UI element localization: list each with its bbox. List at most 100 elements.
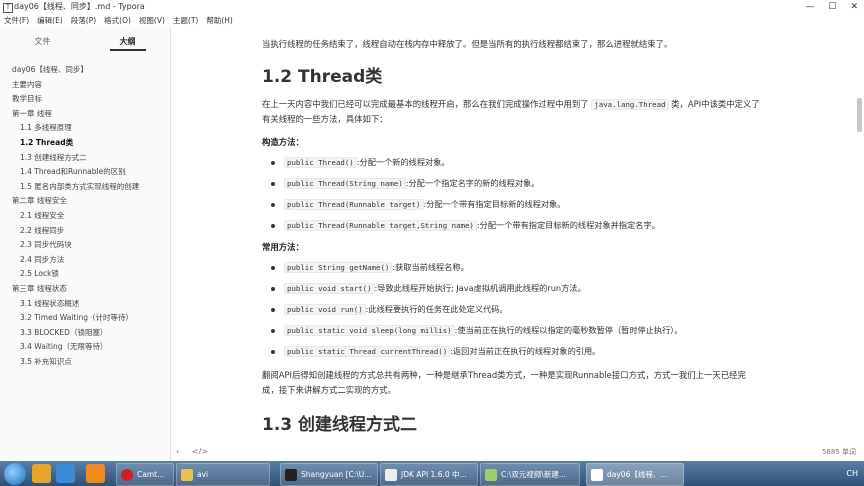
list-item: public static Thread currentThread():返回对… (262, 341, 762, 362)
typora-icon (591, 469, 603, 481)
taskbar: Camt... avi Shangyuan [C:\U... JDK API 1… (0, 461, 864, 486)
close-button[interactable]: ✕ (850, 0, 858, 14)
methods-list: public String getName():获取当前线程名称。 public … (262, 257, 762, 362)
menu-file[interactable]: 文件(F) (0, 14, 33, 27)
method-description: :获取当前线程名称。 (392, 262, 469, 272)
intellij-icon (285, 469, 297, 481)
start-button[interactable] (4, 463, 26, 485)
summary-paragraph: 翻阅API后得知创建线程的方式总共有两种，一种是继承Thread类方式，一种是实… (262, 370, 746, 395)
outline-item[interactable]: 1.2 Thread类 (0, 136, 170, 151)
vlc-icon[interactable] (86, 464, 105, 483)
menu-help[interactable]: 帮助(H) (202, 14, 237, 27)
heading-thread-class: 1.2 Thread类 (262, 67, 383, 87)
list-item: public String getName():获取当前线程名称。 (262, 257, 762, 278)
outline-list: day06【线程、同步】 主要内容 教学目标 第一章 线程 1.1 多线程原理 1.2 T… (0, 63, 170, 369)
outline-item[interactable]: day06【线程、同步】 (0, 63, 170, 78)
heading-create-thread-2: 1.3 创建线程方式二 (262, 415, 418, 435)
outline-item[interactable]: 第三章 线程状态 (0, 282, 170, 297)
method-signature: public void start() (284, 283, 375, 294)
intro-paragraph: 在上一天内容中我们已经可以完成最基本的线程开启，那么在我们完成操作过程中用到了 … (262, 99, 760, 124)
editor-content[interactable]: 当执行线程的任务结束了，线程自动在栈内存中释放了。但是当所有的执行线程都结束了，… (262, 27, 762, 435)
outline-item[interactable]: 主要内容 (0, 78, 170, 93)
method-description: :分配一个带有指定目标新的线程对象。 (423, 199, 566, 209)
taskbar-camtasia[interactable]: Camt... (116, 463, 174, 486)
inline-code: java.lang.Thread (591, 99, 669, 110)
source-mode-icon[interactable]: </> (192, 447, 208, 456)
outline-item[interactable]: 3.5 补充知识点 (0, 355, 170, 370)
list-item: public Thread():分配一个新的线程对象。 (262, 152, 762, 173)
list-item: public Thread(Runnable target,String nam… (262, 215, 762, 236)
top-paragraph: 当执行线程的任务结束了，线程自动在栈内存中释放了。但是当所有的执行线程都结束了，… (262, 39, 673, 49)
title-bar: T day06【线程、同步】.md - Typora — ☐ ✕ (0, 0, 864, 15)
outline-item[interactable]: 2.4 同步方法 (0, 253, 170, 268)
minimize-button[interactable]: — (805, 0, 814, 14)
constructors-title: 构造方法： (262, 137, 304, 147)
scrollbar-thumb[interactable] (857, 98, 862, 132)
tab-files[interactable]: 文件 (0, 33, 85, 55)
method-description: :返回对当前正在执行的线程对象的引用。 (450, 346, 601, 356)
sidebar: 文件 大纲 day06【线程、同步】 主要内容 教学目标 第一章 线程 1.1 多线程原… (0, 27, 171, 463)
tab-outline[interactable]: 大纲 (85, 33, 170, 55)
method-signature: public Thread(String name) (284, 178, 406, 189)
outline-item[interactable]: 教学目标 (0, 92, 170, 107)
outline-item[interactable]: 3.4 Waiting（无限等待） (0, 340, 170, 355)
window-title: day06【线程、同步】.md - Typora (14, 2, 145, 11)
sidebar-toggle-icon[interactable]: ‹ (176, 447, 179, 456)
method-signature: public static void sleep(long millis) (284, 325, 455, 336)
outline-item[interactable]: 2.3 同步代码块 (0, 238, 170, 253)
menu-edit[interactable]: 编辑(E) (33, 14, 67, 27)
taskbar-jdk-api[interactable]: JDK API 1.6.0 中... (380, 463, 478, 486)
outline-item[interactable]: 第二章 线程安全 (0, 194, 170, 209)
method-description: :导致此线程开始执行; Java虚拟机调用此线程的run方法。 (374, 283, 586, 293)
list-item: public static void sleep(long millis):使当… (262, 320, 762, 341)
method-description: :分配一个新的线程对象。 (356, 157, 450, 167)
outline-item[interactable]: 2.5 Lock锁 (0, 267, 170, 282)
typora-app-icon: T (3, 3, 13, 13)
menu-format[interactable]: 格式(O) (100, 14, 135, 27)
menu-paragraph[interactable]: 段落(P) (67, 14, 100, 27)
record-icon (121, 469, 133, 481)
browser-icon[interactable] (56, 464, 75, 483)
taskbar-avi-folder[interactable]: avi (176, 463, 270, 486)
method-description: :此线程要执行的任务在此处定义代码。 (365, 304, 508, 314)
method-signature: public void run() (284, 304, 366, 315)
outline-item[interactable]: 3.1 线程状态概述 (0, 297, 170, 312)
outline-item[interactable]: 1.4 Thread和Runnable的区别 (0, 165, 170, 180)
outline-item[interactable]: 3.2 Timed Waiting（计时等待） (0, 311, 170, 326)
list-item: public void start():导致此线程开始执行; Java虚拟机调用… (262, 278, 762, 299)
menu-view[interactable]: 视图(V) (135, 14, 169, 27)
outline-item[interactable]: 3.3 BLOCKED（锁阻塞） (0, 326, 170, 341)
constructors-list: public Thread():分配一个新的线程对象。 public Thread… (262, 152, 762, 236)
method-signature: public static Thread currentThread() (284, 346, 451, 357)
document-icon (385, 469, 397, 481)
outline-item[interactable]: 1.3 创建线程方式二 (0, 151, 170, 166)
outline-item[interactable]: 1.5 匿名内部类方式实现线程的创建 (0, 180, 170, 195)
outline-item[interactable]: 2.1 线程安全 (0, 209, 170, 224)
outline-item[interactable]: 2.2 线程同步 (0, 224, 170, 239)
outline-item[interactable]: 第一章 线程 (0, 107, 170, 122)
menu-theme[interactable]: 主题(T) (169, 14, 202, 27)
list-item: public Thread(Runnable target):分配一个带有指定目… (262, 194, 762, 215)
input-language[interactable]: CH (846, 461, 858, 486)
folder-icon (485, 469, 497, 481)
method-description: :使当前正在执行的线程以指定的毫秒数暂停（暂时停止执行）。 (454, 325, 683, 335)
outline-item[interactable]: 1.1 多线程原理 (0, 121, 170, 136)
word-count[interactable]: 5885 单词 (822, 443, 856, 461)
menu-bar: 文件(F) 编辑(E) 段落(P) 格式(O) 视图(V) 主题(T) 帮助(H… (0, 14, 864, 27)
method-signature: public Thread(Runnable target,String nam… (284, 220, 477, 231)
taskbar-explorer-folder[interactable]: C:\双元视频\新建... (480, 463, 580, 486)
method-description: :分配一个指定名字的新的线程对象。 (405, 178, 540, 188)
method-signature: public Thread(Runnable target) (284, 199, 424, 210)
taskbar-intellij[interactable]: Shangyuan [C:\U... (280, 463, 378, 486)
maximize-button[interactable]: ☐ (828, 0, 836, 14)
status-bar: ‹ </> 5885 单词 (170, 443, 864, 461)
method-description: :分配一个带有指定目标新的线程对象并指定名字。 (476, 220, 660, 230)
system-tray: CH (846, 461, 858, 486)
method-signature: public Thread() (284, 157, 357, 168)
folder-icon (181, 469, 193, 481)
methods-title: 常用方法： (262, 242, 304, 252)
list-item: public Thread(String name):分配一个指定名字的新的线程… (262, 173, 762, 194)
taskbar-typora[interactable]: day06【线程、... (586, 463, 684, 486)
list-item: public void run():此线程要执行的任务在此处定义代码。 (262, 299, 762, 320)
explorer-icon[interactable] (32, 464, 51, 483)
